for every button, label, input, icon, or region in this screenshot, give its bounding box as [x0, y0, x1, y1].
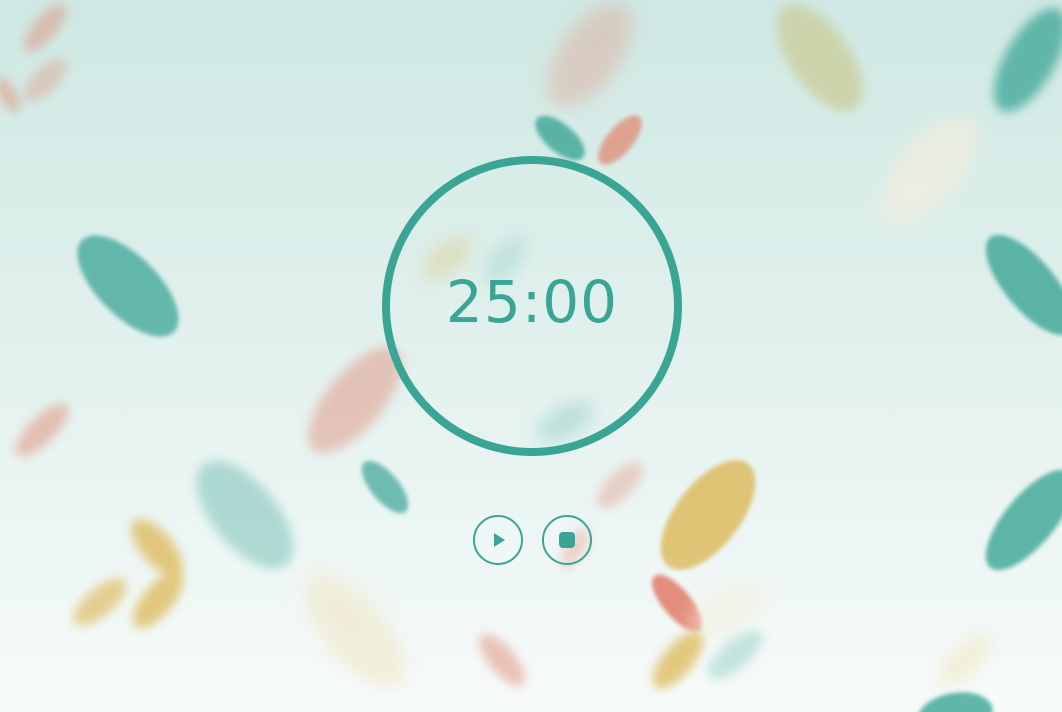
timer-ring: 25:00 — [382, 156, 682, 456]
leaf — [196, 461, 294, 569]
leaf — [985, 469, 1062, 571]
leaf — [598, 115, 642, 165]
leaf — [304, 573, 406, 687]
leaf — [132, 571, 184, 629]
leaf — [985, 234, 1062, 336]
leaf — [23, 58, 67, 102]
leaf — [660, 460, 756, 570]
leaf — [131, 519, 183, 577]
leaf — [15, 403, 69, 457]
leaf — [479, 634, 525, 686]
leaf — [776, 4, 864, 112]
leaf — [917, 692, 993, 712]
leaf — [882, 116, 978, 224]
play-icon — [494, 533, 505, 547]
stop-icon — [559, 532, 575, 548]
leaf — [77, 235, 179, 337]
play-button[interactable] — [473, 515, 523, 565]
leaf — [361, 460, 409, 514]
leaf — [23, 3, 67, 53]
timer-display: 25:00 — [445, 268, 619, 336]
leaf — [596, 461, 644, 509]
leaf — [547, 2, 633, 108]
leaf — [938, 633, 992, 687]
leaf — [73, 578, 127, 626]
leaf — [0, 77, 21, 113]
leaf — [993, 8, 1062, 112]
stop-button[interactable] — [542, 515, 592, 565]
